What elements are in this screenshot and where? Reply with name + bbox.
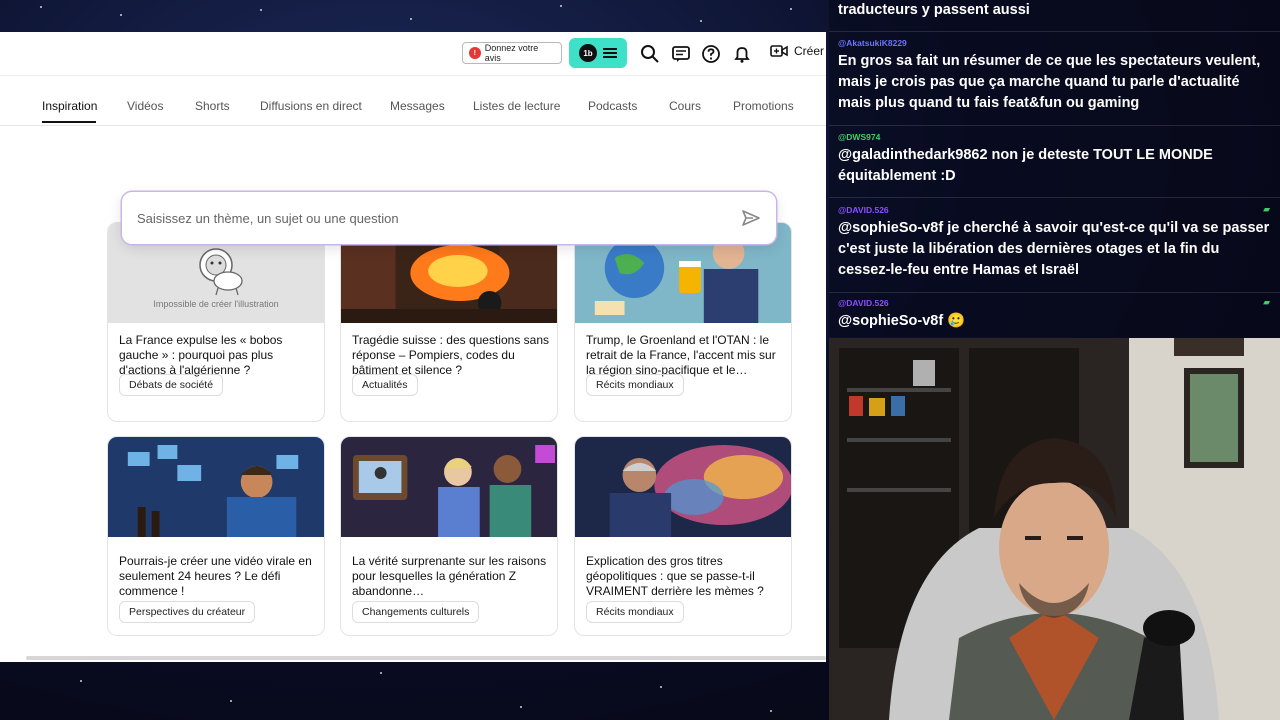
- message-icon[interactable]: [671, 44, 691, 64]
- tab-posts[interactable]: Messages: [390, 99, 445, 113]
- extension-menu-button[interactable]: 1b: [569, 38, 627, 68]
- card-thumbnail: [108, 437, 324, 537]
- card-thumbnail: [575, 437, 791, 537]
- card-category-chip[interactable]: Récits mondiaux: [586, 601, 684, 623]
- card-category-chip[interactable]: Débats de société: [119, 374, 224, 396]
- idea-card[interactable]: Explication des gros titres géopolitique…: [574, 436, 792, 636]
- idea-prompt-box: [122, 192, 776, 244]
- chat-message-text: @galadinthedark9862 non je deteste TOUT …: [838, 147, 1213, 184]
- card-category-chip[interactable]: Changements culturels: [352, 601, 480, 623]
- horizontal-scrollbar[interactable]: [26, 656, 826, 660]
- idea-card[interactable]: Trump, le Groenland et l'OTAN : le retra…: [574, 222, 792, 422]
- chat-message-text: @sophieSo-v8f je cherché à savoir qu'est…: [838, 220, 1270, 278]
- chat-message-text: En gros sa fait un résumer de ce que les…: [838, 53, 1261, 111]
- idea-card[interactable]: La vérité surprenante sur les raisons po…: [340, 436, 558, 636]
- illustration-error-text: Impossible de créer l'illustration: [153, 299, 279, 309]
- streamer-webcam-image: [829, 338, 1280, 720]
- idea-prompt-input[interactable]: [137, 210, 741, 226]
- feedback-label: Donnez votre avis: [484, 43, 539, 63]
- feedback-button[interactable]: ! Donnez votre avis: [462, 42, 562, 64]
- tab-live[interactable]: Diffusions en direct: [260, 99, 362, 113]
- card-title: Tragédie suisse : des questions sans rép…: [352, 333, 549, 377]
- tab-videos[interactable]: Vidéos: [127, 99, 163, 113]
- tab-podcasts[interactable]: Podcasts: [588, 99, 637, 113]
- member-badge-icon: ▰: [1263, 204, 1270, 214]
- create-label: Créer: [794, 44, 825, 58]
- card-category-chip[interactable]: Actualités: [352, 374, 418, 396]
- help-icon[interactable]: [701, 44, 721, 64]
- active-tab-indicator: [42, 121, 96, 123]
- card-title: La France expulse les « bobos gauche » :…: [119, 333, 283, 377]
- card-title: Trump, le Groenland et l'OTAN : le retra…: [586, 333, 776, 377]
- chat-username: @DWS974: [838, 132, 881, 142]
- tab-courses[interactable]: Cours: [669, 99, 701, 113]
- notifications-bell-icon[interactable]: [732, 44, 752, 64]
- card-title: Pourrais-je créer une vidéo virale en se…: [119, 554, 312, 598]
- idea-card[interactable]: Impossible de créer l'illustration La Fr…: [107, 222, 325, 422]
- card-title: Explication des gros titres géopolitique…: [586, 554, 764, 598]
- tab-promotions[interactable]: Promotions: [733, 99, 794, 113]
- chat-message-text: @sophieSo-v8f 🥲: [838, 313, 966, 329]
- extension-avatar: 1b: [579, 44, 597, 62]
- idea-card[interactable]: Pourrais-je créer une vidéo virale en se…: [107, 436, 325, 636]
- chat-username: @DAVID.526: [838, 205, 889, 215]
- webcam-feed: [829, 338, 1280, 720]
- chat-username: @AkatsukiK8229: [838, 38, 907, 48]
- feedback-logo-icon: !: [469, 47, 481, 59]
- card-thumbnail: [341, 437, 557, 537]
- tab-inspiration[interactable]: Inspiration: [42, 99, 97, 113]
- send-icon[interactable]: [741, 208, 761, 228]
- tab-shorts[interactable]: Shorts: [195, 99, 230, 113]
- tab-bar: Inspiration Vidéos Shorts Diffusions en …: [0, 90, 826, 126]
- create-button[interactable]: Créer: [770, 44, 824, 58]
- card-category-chip[interactable]: Récits mondiaux: [586, 374, 684, 396]
- member-badge-icon: ▰: [1263, 297, 1270, 307]
- tab-playlists[interactable]: Listes de lecture: [473, 99, 560, 113]
- search-icon[interactable]: [640, 44, 660, 64]
- chat-username: @DAVID.526: [838, 298, 889, 308]
- chat-divider: [829, 31, 1280, 32]
- card-category-chip[interactable]: Perspectives du créateur: [119, 601, 256, 623]
- browser-window: ! Donnez votre avis 1b Créer Inspiration…: [0, 32, 826, 662]
- card-title: La vérité surprenante sur les raisons po…: [352, 554, 547, 598]
- hamburger-icon: [603, 48, 617, 58]
- chat-message-text: traducteurs y passent aussi: [838, 2, 1030, 18]
- idea-card[interactable]: Tragédie suisse : des questions sans rép…: [340, 222, 558, 422]
- chat-divider: [829, 125, 1280, 126]
- chat-divider: [829, 292, 1280, 293]
- chat-divider: [829, 197, 1280, 198]
- app-header: ! Donnez votre avis 1b Créer: [0, 32, 826, 76]
- video-camera-icon: [770, 45, 788, 57]
- live-chat-panel: traducteurs y passent aussi @AkatsukiK82…: [829, 0, 1280, 337]
